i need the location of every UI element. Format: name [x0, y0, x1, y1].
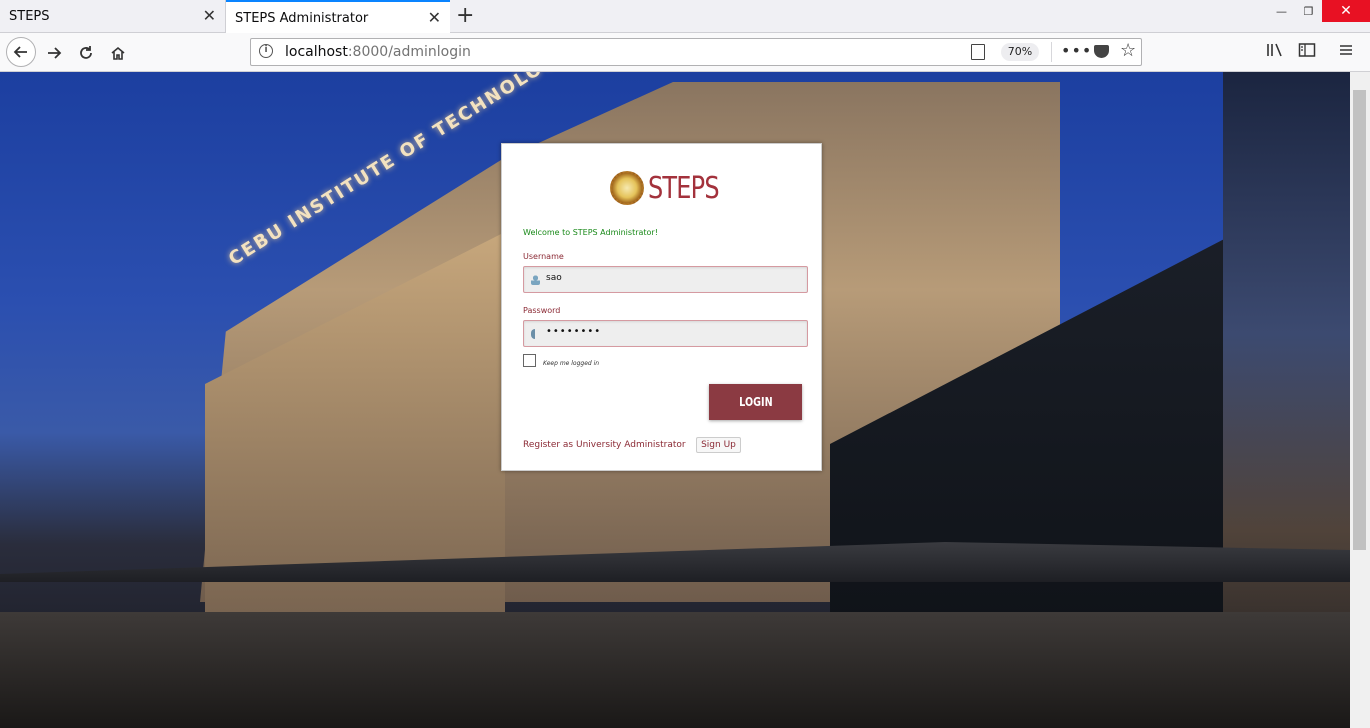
user-icon: [531, 275, 540, 285]
username-value: sao: [546, 273, 562, 283]
info-icon[interactable]: i: [259, 44, 273, 58]
bookmark-star-icon[interactable]: ☆: [1120, 40, 1136, 61]
close-tab-icon[interactable]: ✕: [428, 9, 441, 27]
password-value: ••••••••: [546, 326, 602, 337]
password-field[interactable]: ••••••••: [523, 320, 808, 347]
window-close-button[interactable]: ✕: [1322, 0, 1370, 22]
pocket-icon[interactable]: [1094, 45, 1109, 58]
url-path: :8000/adminlogin: [347, 44, 471, 60]
tab-steps-administrator[interactable]: STEPS Administrator ✕: [226, 0, 450, 34]
navigation-bar: i localhost:8000/adminlogin 70% ••• ☆: [0, 33, 1370, 72]
password-label: Password: [523, 306, 561, 315]
url-bar[interactable]: i localhost:8000/adminlogin 70% ••• ☆: [250, 38, 1142, 66]
login-card: STEPS Welcome to STEPS Administrator! Us…: [501, 143, 822, 471]
menu-icon[interactable]: [1338, 42, 1354, 62]
reader-view-icon[interactable]: [971, 44, 985, 60]
sidebar-icon[interactable]: [1298, 42, 1316, 62]
tab-title: STEPS: [9, 9, 50, 24]
url-text[interactable]: localhost:8000/adminlogin: [285, 44, 471, 60]
welcome-message: Welcome to STEPS Administrator!: [523, 228, 658, 237]
back-icon[interactable]: [6, 37, 36, 67]
new-tab-button[interactable]: +: [456, 4, 474, 28]
tab-strip: STEPS ✕ STEPS Administrator ✕ + — ❐ ✕: [0, 0, 1370, 34]
signup-button[interactable]: Sign Up: [696, 437, 741, 453]
forward-icon[interactable]: [40, 39, 68, 67]
brand-name: STEPS: [648, 170, 720, 206]
login-button[interactable]: LOGIN: [709, 384, 802, 420]
reload-icon[interactable]: [72, 39, 100, 67]
url-separator: [1051, 42, 1052, 62]
home-icon[interactable]: [104, 39, 132, 67]
window-controls: — ❐ ✕: [1268, 0, 1370, 22]
close-tab-icon[interactable]: ✕: [203, 7, 216, 25]
url-host: localhost: [285, 44, 348, 60]
tab-title: STEPS Administrator: [235, 11, 369, 26]
minimize-button[interactable]: —: [1268, 0, 1295, 22]
username-field[interactable]: sao: [523, 266, 808, 293]
keep-logged-in-label: Keep me logged in: [543, 360, 600, 367]
background-ground: [0, 612, 1350, 728]
library-icon[interactable]: [1266, 42, 1284, 62]
key-icon: [531, 329, 540, 339]
keep-logged-in-checkbox[interactable]: [523, 354, 536, 367]
username-label: Username: [523, 252, 564, 261]
university-seal-icon: [610, 171, 644, 205]
register-link[interactable]: Register as University Administrator: [523, 440, 686, 450]
tab-steps[interactable]: STEPS ✕: [0, 0, 226, 33]
login-button-label: LOGIN: [738, 395, 773, 409]
page-actions-icon[interactable]: •••: [1061, 41, 1092, 60]
scrollbar-thumb[interactable]: [1353, 90, 1366, 550]
restore-button[interactable]: ❐: [1295, 0, 1322, 22]
zoom-indicator[interactable]: 70%: [1001, 43, 1039, 61]
steps-logo: STEPS: [610, 168, 736, 208]
